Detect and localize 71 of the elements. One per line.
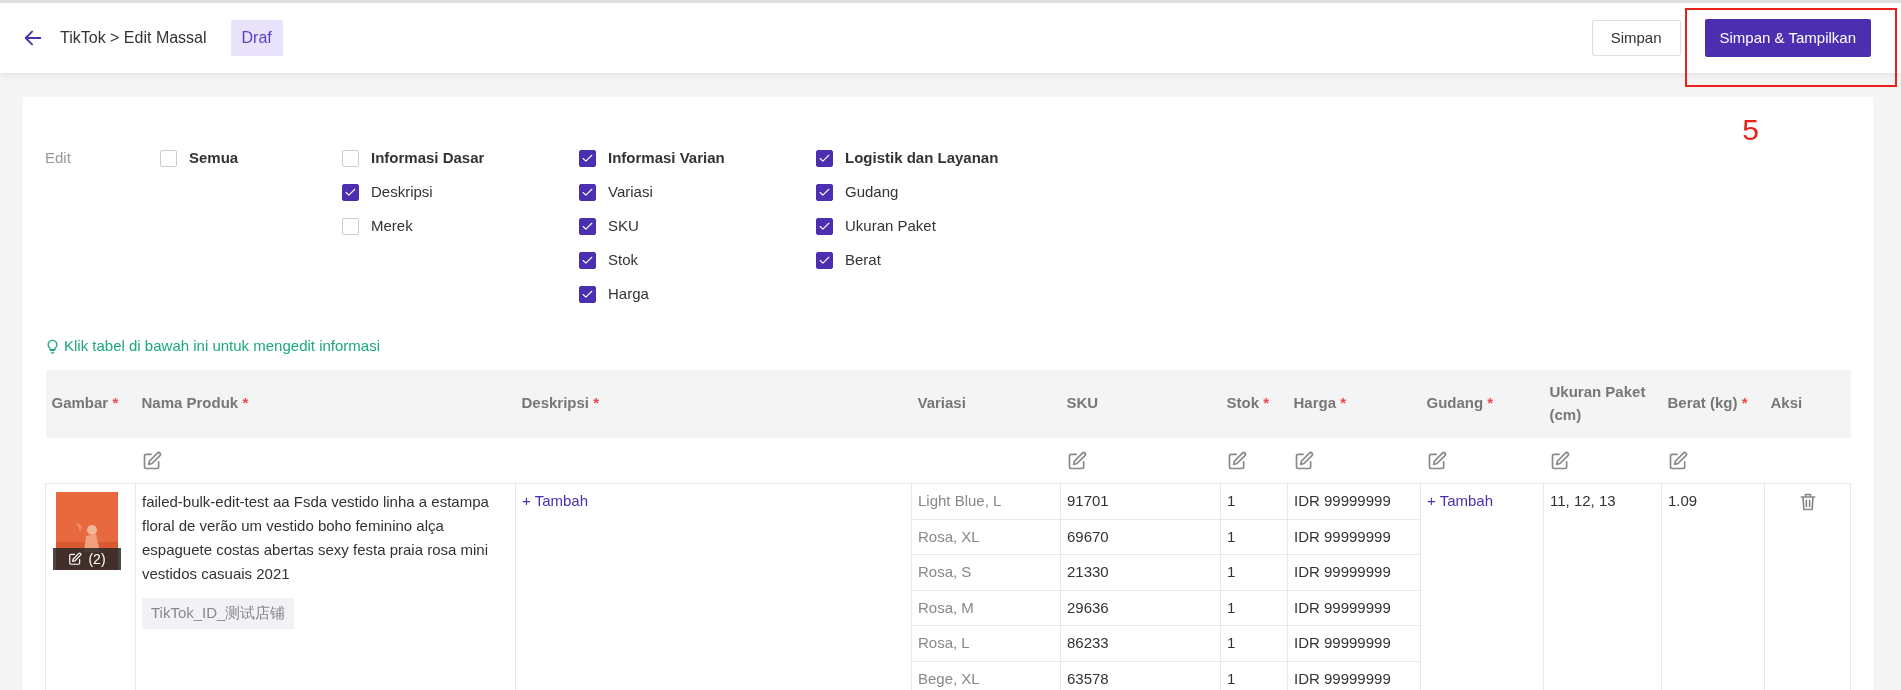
table-cell: 1 [1220,590,1288,626]
save-button[interactable]: Simpan [1591,19,1681,57]
checkbox-label: Variasi [608,181,653,202]
product-name: failed-bulk-edit-test aa Fsda vestido linha a estampa floral de verão um vestido boho feminino alça espaguete costas abertas sexy festa praia rosa mini vestidos casuais 2021 [142,492,490,584]
table-cell: 1 [1220,554,1288,590]
checkbox-label: Deskripsi [371,181,433,202]
edit-label: Edit [45,147,71,168]
table-cell: 86233 [1060,625,1221,661]
edit-icon[interactable] [1066,451,1087,472]
column-header: Harga * [1287,369,1421,438]
column-header: Aksi [1764,369,1851,438]
table-cell: 21330 [1060,554,1221,590]
table-cell: 1 [1220,483,1288,519]
checkbox-label: Harga [608,283,649,304]
edit-icon [68,552,83,566]
image-edit-bar[interactable]: (2) [53,548,121,570]
column-header: Ukuran Paket (cm) [1543,369,1662,438]
column-header: Nama Produk * [135,369,516,438]
checkbox-label: Merek [371,215,413,236]
checkbox[interactable] [579,285,596,303]
lightbulb-icon [45,338,60,354]
checkbox-label: Informasi Dasar [371,147,485,168]
checkbox[interactable] [816,149,833,167]
status-badge: Draf [230,20,283,56]
column-header: Deskripsi * [515,369,912,438]
checkbox[interactable] [579,251,596,269]
checkbox[interactable] [579,149,596,167]
edit-icon[interactable] [1667,451,1688,472]
annotation-number: 5 [1742,115,1759,145]
column-header: Berat (kg) * [1661,369,1765,438]
column-header: Stok * [1220,369,1288,438]
checkbox-label: Semua [189,147,239,168]
checkbox[interactable] [816,251,833,269]
add-link[interactable]: + Tambah [522,492,589,509]
save-and-show-button[interactable]: Simpan & Tampilkan [1704,18,1871,58]
add-link[interactable]: + Tambah [1427,492,1494,509]
column-header: Variasi [911,369,1061,438]
checkbox[interactable] [579,183,596,201]
column-header: Gudang * [1420,369,1544,438]
edit-icon[interactable] [1426,451,1447,472]
table-cell: Rosa, M [911,590,1061,626]
checkbox-label: Stok [608,249,638,270]
table-cell: IDR 99999999 [1287,483,1421,519]
table-cell: 1 [1220,625,1288,661]
hint-text: Klik tabel di bawah ini untuk mengedit informasi [64,336,380,356]
table-cell: 69670 [1060,519,1221,555]
checkbox[interactable] [579,217,596,235]
checkbox[interactable] [342,183,359,201]
shop-tag: TikTok_ID_测试店铺 [142,598,295,629]
edit-icon[interactable] [141,451,162,472]
column-header: SKU [1060,369,1221,438]
checkbox-label: Informasi Varian [608,147,725,168]
breadcrumb: TikTok > Edit Massal [60,28,207,48]
checkbox-label: SKU [608,215,639,236]
checkbox-label: Ukuran Paket [845,215,936,236]
table-cell: Light Blue, L [911,483,1061,519]
table-cell: 29636 [1060,590,1221,626]
checkbox[interactable] [816,183,833,201]
checkbox-label: Gudang [845,181,899,202]
checkbox[interactable] [816,217,833,235]
column-header: Gambar * [45,369,136,438]
table-cell: Rosa, L [911,625,1061,661]
table-cell: 1 [1220,519,1288,555]
checkbox-label: Berat [845,249,881,270]
edit-icon[interactable] [1293,451,1314,472]
table-cell: Rosa, S [911,554,1061,590]
checkbox-label: Logistik dan Layanan [845,147,999,168]
table-cell: Rosa, XL [911,519,1061,555]
table-cell: 91701 [1060,483,1221,519]
edit-icon[interactable] [1226,451,1247,472]
edit-icon[interactable] [1549,451,1570,472]
